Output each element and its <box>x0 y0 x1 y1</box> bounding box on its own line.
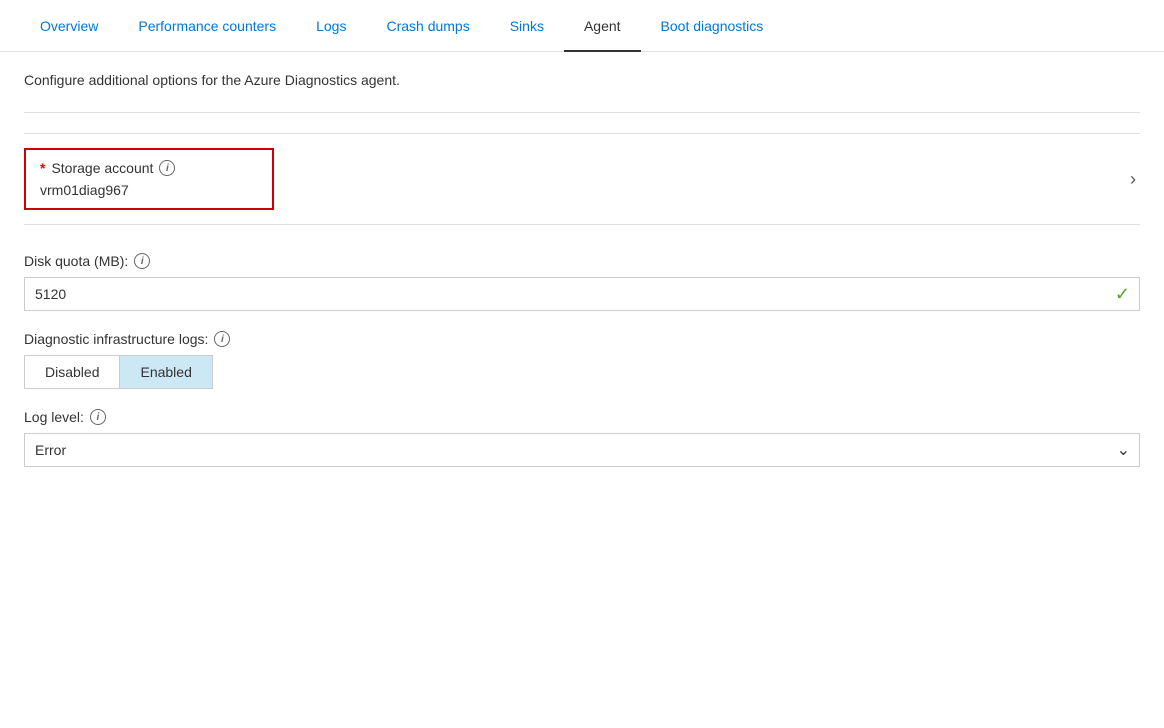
storage-account-label: Storage account <box>51 160 153 176</box>
storage-account-value: vrm01diag967 <box>40 182 258 198</box>
tab-agent[interactable]: Agent <box>564 0 641 52</box>
storage-account-section: * Storage account i vrm01diag967 › <box>24 133 1140 225</box>
disk-quota-label: Disk quota (MB): <box>24 253 128 269</box>
diagnostic-logs-disabled-btn[interactable]: Disabled <box>24 355 119 389</box>
disk-quota-group: Disk quota (MB): i ✓ <box>24 253 1140 311</box>
log-level-select[interactable]: Error Warning Information Verbose <box>24 433 1140 467</box>
page-description: Configure additional options for the Azu… <box>24 72 1140 88</box>
section-divider <box>24 112 1140 113</box>
log-level-label: Log level: <box>24 409 84 425</box>
tab-overview[interactable]: Overview <box>20 0 118 52</box>
storage-account-field[interactable]: * Storage account i vrm01diag967 <box>24 148 274 210</box>
storage-account-info-icon[interactable]: i <box>159 160 175 176</box>
diagnostic-logs-toggle: Disabled Enabled <box>24 355 1140 389</box>
disk-quota-info-icon[interactable]: i <box>134 253 150 269</box>
tab-navigation: OverviewPerformance countersLogsCrash du… <box>0 0 1164 52</box>
tab-boot-diagnostics[interactable]: Boot diagnostics <box>641 0 784 52</box>
log-level-group: Log level: i Error Warning Information V… <box>24 409 1140 467</box>
tab-logs[interactable]: Logs <box>296 0 366 52</box>
disk-quota-valid-icon: ✓ <box>1115 284 1130 305</box>
log-level-info-icon[interactable]: i <box>90 409 106 425</box>
required-indicator: * <box>40 160 45 176</box>
diagnostic-logs-info-icon[interactable]: i <box>214 331 230 347</box>
diagnostic-logs-label: Diagnostic infrastructure logs: <box>24 331 208 347</box>
storage-account-chevron-icon[interactable]: › <box>1130 169 1140 190</box>
log-level-select-wrapper: Error Warning Information Verbose ⌄ <box>24 433 1140 467</box>
disk-quota-input[interactable] <box>24 277 1140 311</box>
diagnostic-logs-group: Diagnostic infrastructure logs: i Disabl… <box>24 331 1140 389</box>
diagnostic-logs-enabled-btn[interactable]: Enabled <box>119 355 212 389</box>
disk-quota-input-wrapper: ✓ <box>24 277 1140 311</box>
tab-performance-counters[interactable]: Performance counters <box>118 0 296 52</box>
main-content: Configure additional options for the Azu… <box>0 52 1164 507</box>
tab-crash-dumps[interactable]: Crash dumps <box>366 0 489 52</box>
tab-sinks[interactable]: Sinks <box>490 0 564 52</box>
